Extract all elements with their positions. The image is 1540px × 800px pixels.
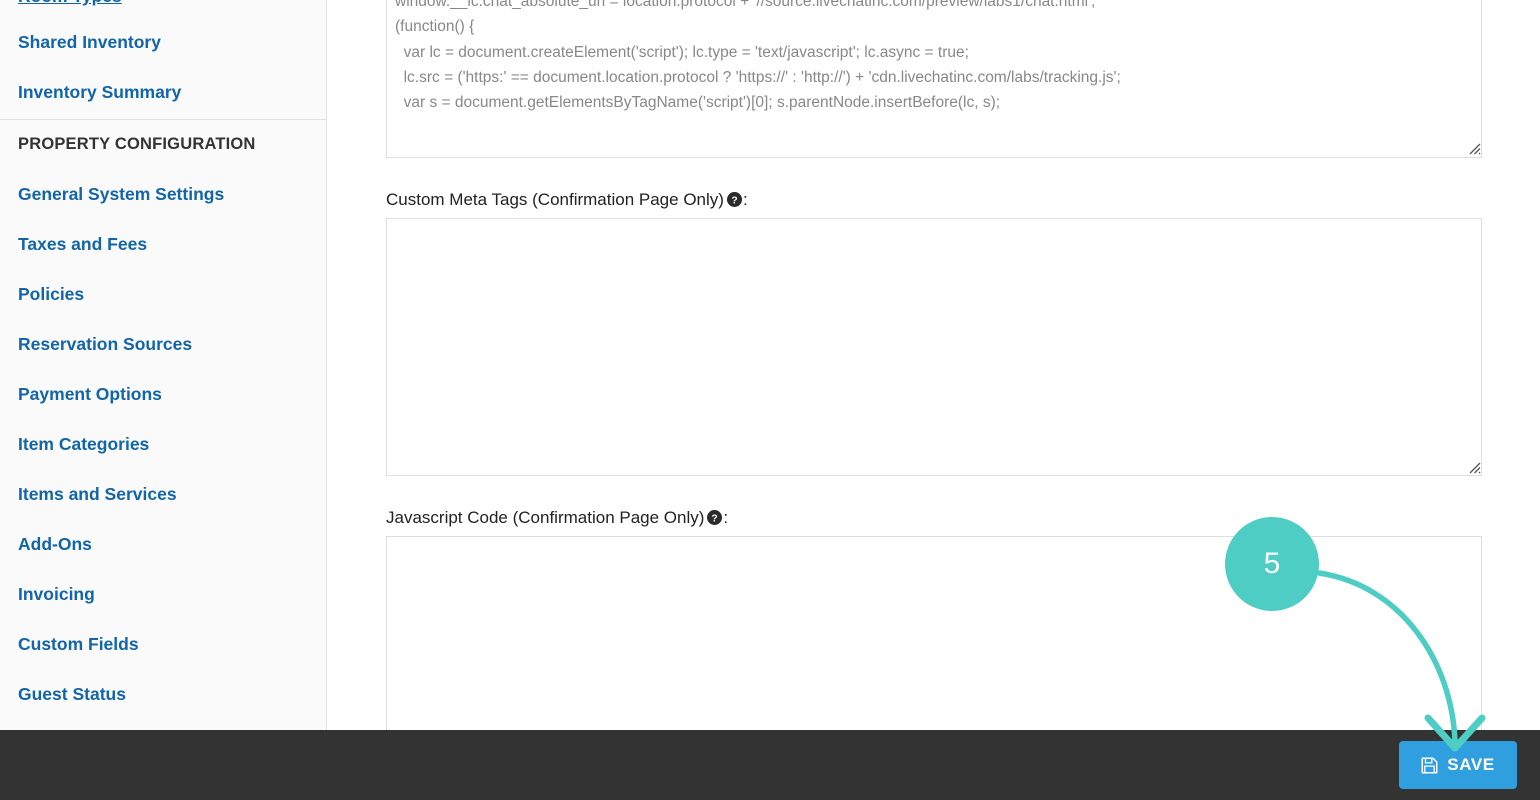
custom-meta-tags-textarea[interactable]	[386, 218, 1482, 476]
save-button[interactable]: SAVE	[1399, 741, 1517, 789]
sidebar-item-label: Room Types	[0, 0, 326, 6]
sidebar-item-guest-status[interactable]: Guest Status	[0, 684, 126, 704]
custom-meta-tags-label-text: Custom Meta Tags (Confirmation Page Only…	[386, 190, 724, 209]
sidebar-item-custom-fields[interactable]: Custom Fields	[0, 634, 139, 654]
sidebar-item-room-types[interactable]: Room Types	[0, 0, 326, 6]
sidebar-item-items-and-services[interactable]: Items and Services	[0, 484, 177, 504]
javascript-code-label-text: Javascript Code (Confirmation Page Only)	[386, 508, 705, 527]
sidebar-item-add-ons[interactable]: Add-Ons	[0, 534, 92, 554]
footer-action-bar: SAVE	[0, 730, 1540, 800]
sidebar-navigation: Room Types Shared Inventory Inventory Su…	[0, 0, 327, 730]
sidebar-item-policies[interactable]: Policies	[0, 284, 84, 304]
sidebar-item-reservation-sources[interactable]: Reservation Sources	[0, 334, 192, 354]
question-circle-icon[interactable]: ?	[726, 192, 742, 207]
javascript-code-textarea[interactable]	[386, 536, 1482, 730]
main-content: Custom Meta Tags (Confirmation Page Only…	[327, 0, 1540, 730]
sidebar-divider	[0, 119, 326, 120]
custom-meta-tags-label: Custom Meta Tags (Confirmation Page Only…	[386, 190, 748, 210]
sidebar-item-payment-options[interactable]: Payment Options	[0, 384, 162, 404]
floppy-disk-save-icon	[1421, 757, 1438, 774]
sidebar-item-general-system-settings[interactable]: General System Settings	[0, 184, 224, 204]
settings-page: Room Types Shared Inventory Inventory Su…	[0, 0, 1540, 800]
svg-text:?: ?	[731, 195, 737, 206]
sidebar-item-shared-inventory[interactable]: Shared Inventory	[0, 32, 161, 52]
save-button-label: SAVE	[1447, 755, 1495, 774]
svg-text:?: ?	[712, 513, 718, 524]
custom-meta-tags-label-colon: :	[742, 190, 748, 209]
sidebar-item-inventory-summary[interactable]: Inventory Summary	[0, 82, 181, 102]
tracking-code-textarea[interactable]	[386, 0, 1482, 158]
javascript-code-label-colon: :	[723, 508, 729, 527]
sidebar-item-taxes-and-fees[interactable]: Taxes and Fees	[0, 234, 147, 254]
question-circle-icon[interactable]: ?	[707, 510, 723, 525]
sidebar-item-item-categories[interactable]: Item Categories	[0, 434, 149, 454]
sidebar-section-title-property-configuration: PROPERTY CONFIGURATION	[18, 135, 256, 153]
javascript-code-label: Javascript Code (Confirmation Page Only)…	[386, 508, 728, 528]
sidebar-item-invoicing[interactable]: Invoicing	[0, 584, 95, 604]
